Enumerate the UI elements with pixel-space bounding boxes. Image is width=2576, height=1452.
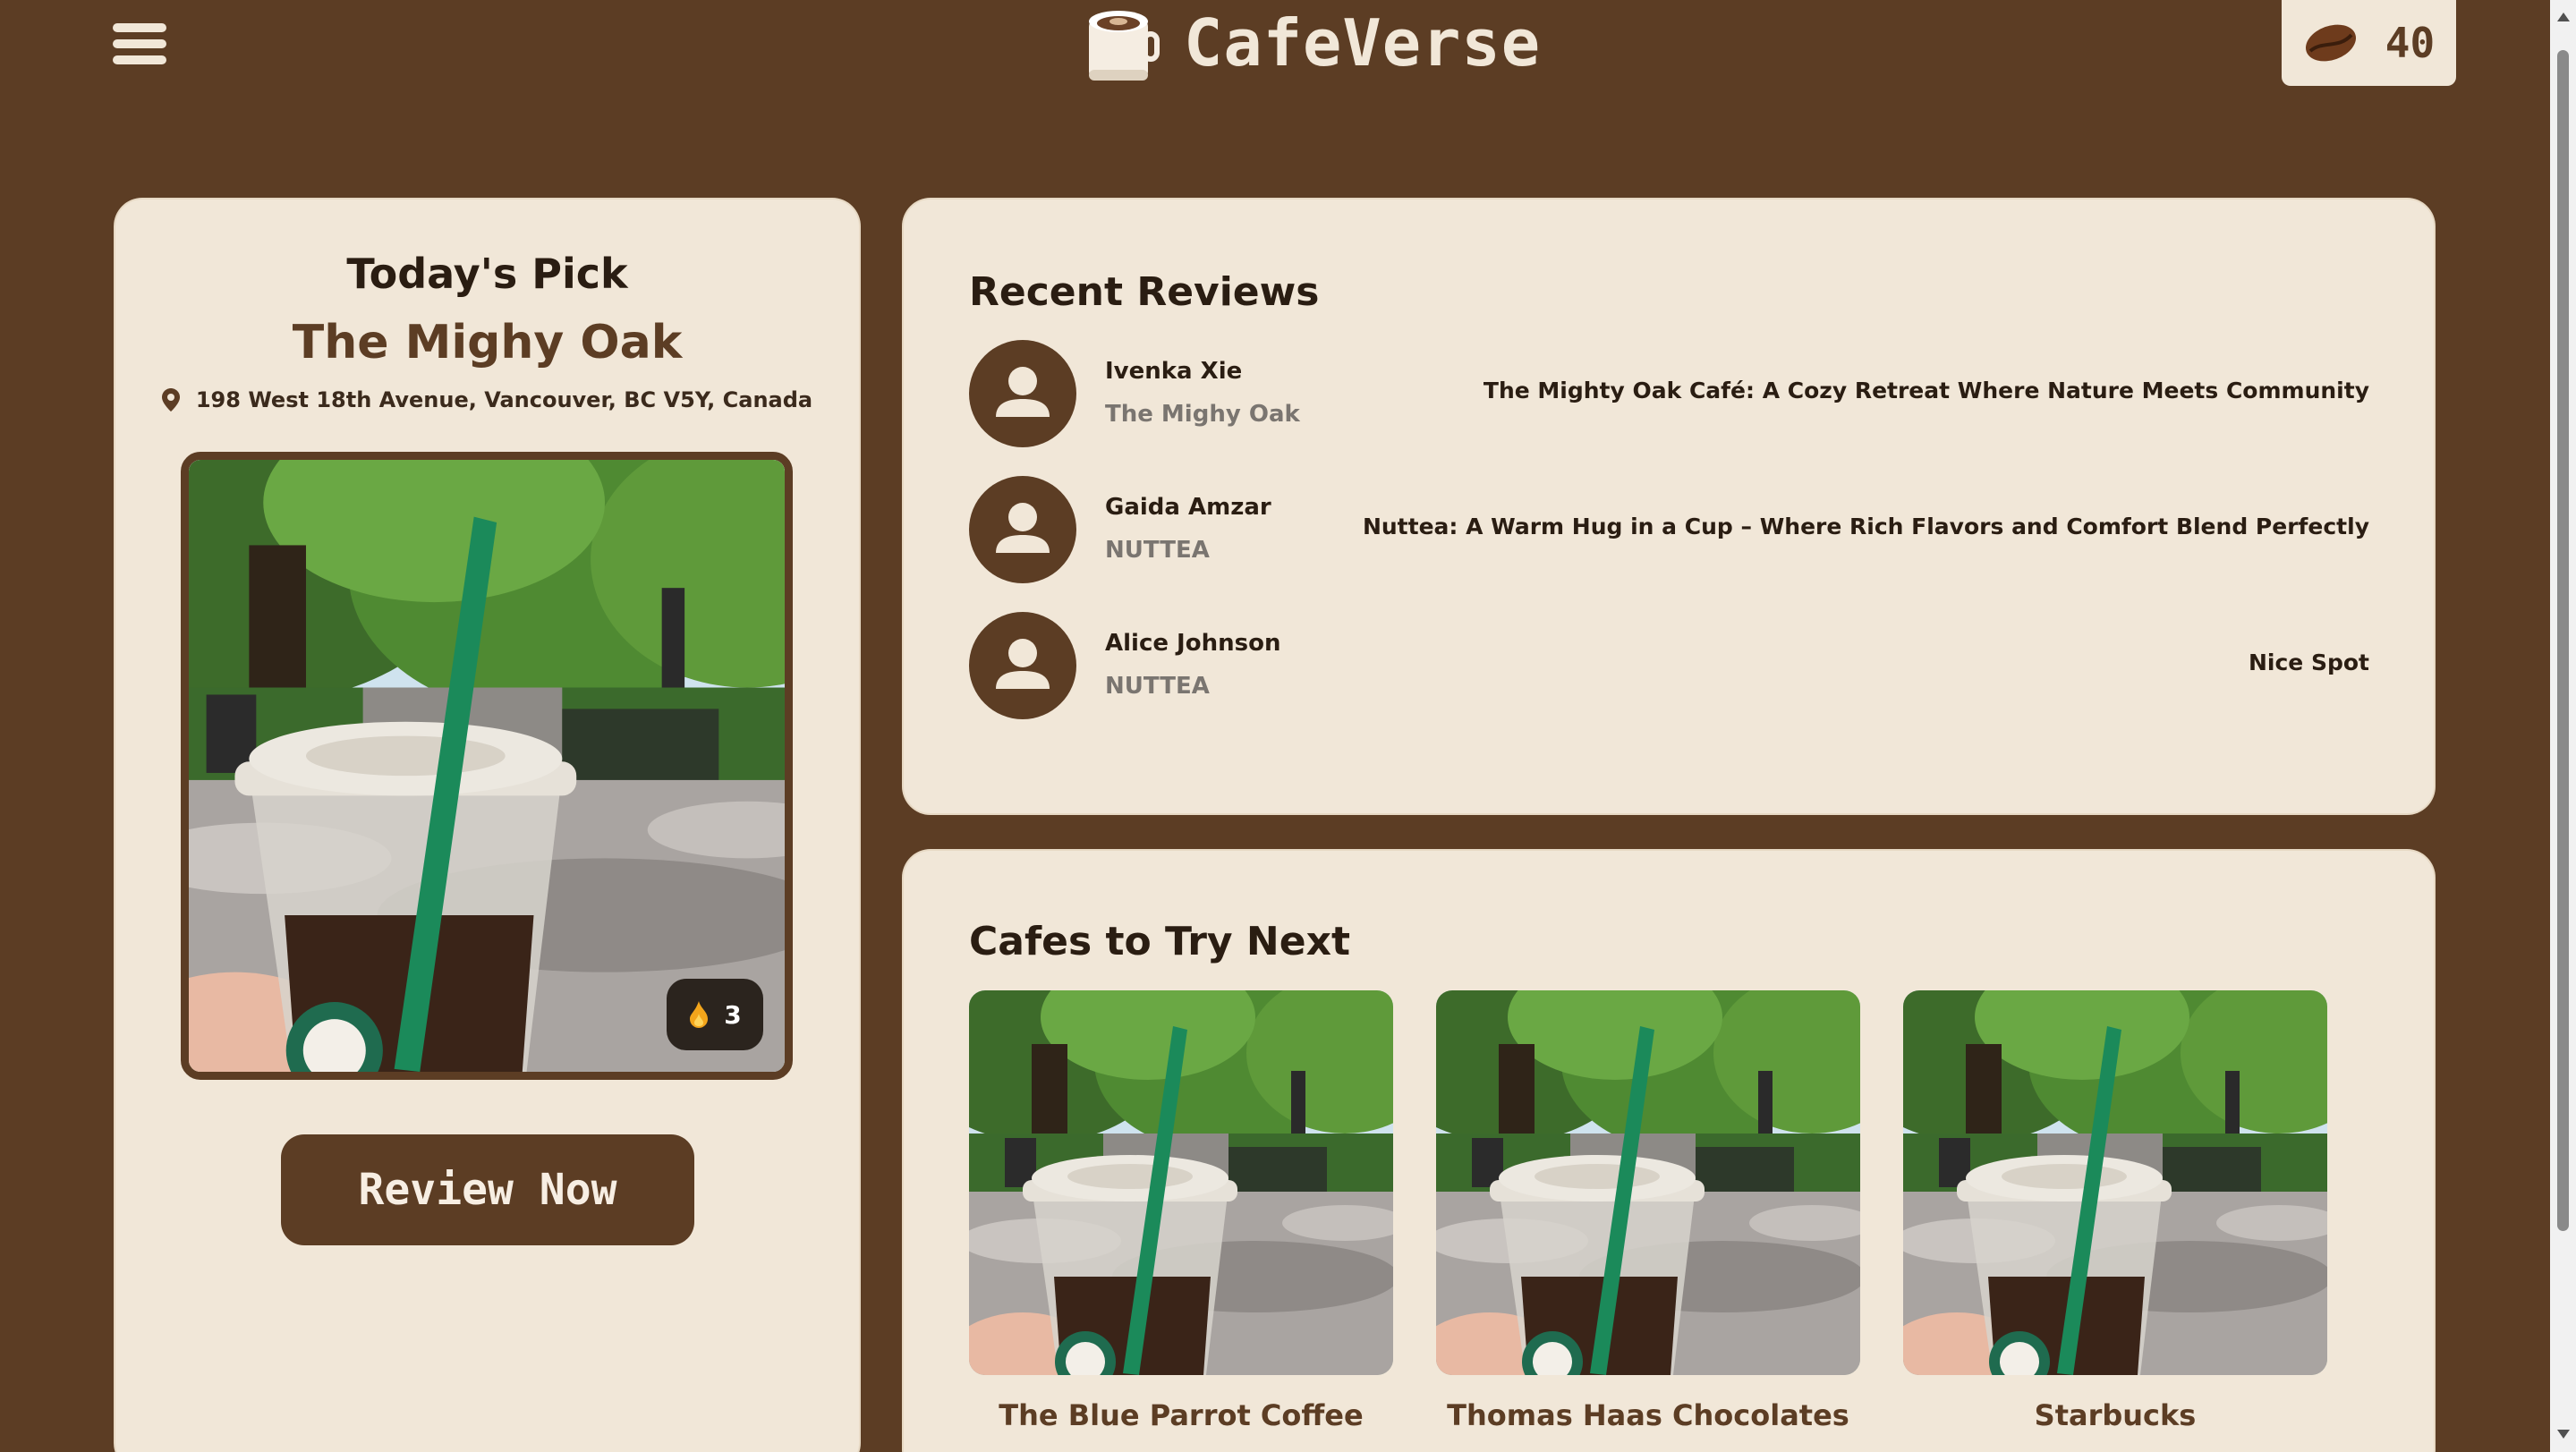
- review-item[interactable]: Gaida Amzar NUTTEA Nuttea: A Warm Hug in…: [969, 476, 2369, 583]
- review-item[interactable]: Alice Johnson NUTTEA Nice Spot: [969, 612, 2369, 719]
- cafe-name: Starbucks: [2034, 1398, 2197, 1432]
- cafes-to-try-next-card: Cafes to Try Next The Blue Parrot Coffee…: [904, 851, 2434, 1452]
- bean-count: 40: [2385, 19, 2436, 67]
- cafe-card[interactable]: Starbucks: [1903, 990, 2327, 1432]
- todays-pick-address: 198 West 18th Avenue, Vancouver, BC V5Y,…: [115, 387, 859, 412]
- reviewed-cafe: The Mighy Oak: [1105, 401, 1300, 428]
- cafe-card[interactable]: The Blue Parrot Coffee: [969, 990, 1393, 1432]
- reviewed-cafe: NUTTEA: [1105, 673, 1210, 700]
- reviewed-cafe: NUTTEA: [1105, 537, 1210, 564]
- cafe-photo: [1436, 990, 1860, 1375]
- recent-reviews-title: Recent Reviews: [969, 269, 1320, 315]
- scroll-thumb[interactable]: [2557, 50, 2569, 1231]
- review-title: Nice Spot: [2249, 650, 2369, 675]
- avatar: [969, 340, 1076, 447]
- cafes-to-try-next-title: Cafes to Try Next: [969, 919, 1351, 964]
- coffee-bean-icon: [2305, 24, 2356, 62]
- recent-reviews-card: Recent Reviews Ivenka Xie The Mighy Oak …: [904, 200, 2434, 813]
- vertical-scrollbar[interactable]: [2550, 0, 2576, 1452]
- review-title: The Mighty Oak Café: A Cozy Retreat Wher…: [1483, 378, 2369, 403]
- app-title: CafeVerse: [1184, 5, 1542, 81]
- location-pin-icon: [161, 388, 180, 412]
- scroll-up-icon[interactable]: [2557, 13, 2570, 21]
- review-item[interactable]: Ivenka Xie The Mighy Oak The Mighty Oak …: [969, 340, 2369, 447]
- coffee-cup-logo-icon: [1089, 11, 1160, 81]
- reviewer-name: Alice Johnson: [1105, 630, 1281, 657]
- likes-badge[interactable]: 3: [667, 979, 763, 1050]
- avatar: [969, 476, 1076, 583]
- cafe-name: The Blue Parrot Coffee: [999, 1398, 1364, 1432]
- reviewer-name: Gaida Amzar: [1105, 494, 1271, 521]
- brand[interactable]: CafeVerse: [1078, 0, 1541, 86]
- cafe-image: [1903, 990, 2327, 1375]
- review-now-button[interactable]: Review Now: [281, 1134, 694, 1245]
- cafe-image: [1436, 990, 1860, 1375]
- reviewer-name: Ivenka Xie: [1105, 358, 1243, 385]
- cafe-photo: [1903, 990, 2327, 1375]
- bean-balance[interactable]: 40: [2282, 0, 2456, 86]
- avatar: [969, 612, 1076, 719]
- flame-icon: [690, 1001, 709, 1028]
- user-icon: [996, 367, 1050, 417]
- cafeverse-home: CafeVerse 40 Today's Pick The Mighy Oak …: [0, 0, 2576, 1452]
- cafe-image: [969, 990, 1393, 1375]
- todays-pick-photo[interactable]: 3: [181, 452, 793, 1080]
- menu-icon[interactable]: [113, 23, 166, 68]
- scroll-down-icon[interactable]: [2557, 1430, 2570, 1439]
- cafe-photo: [969, 990, 1393, 1375]
- likes-count: 3: [724, 999, 742, 1030]
- review-title: Nuttea: A Warm Hug in a Cup – Where Rich…: [1362, 514, 2369, 539]
- todays-pick-cafe-name[interactable]: The Mighy Oak: [115, 316, 859, 369]
- todays-pick-heading: Today's Pick: [346, 250, 628, 298]
- cafe-card[interactable]: Thomas Haas Chocolates: [1436, 990, 1860, 1432]
- address-text: 198 West 18th Avenue, Vancouver, BC V5Y,…: [195, 387, 813, 412]
- todays-pick-card: Today's Pick The Mighy Oak 198 West 18th…: [115, 200, 859, 1452]
- user-icon: [996, 503, 1050, 553]
- user-icon: [996, 639, 1050, 689]
- cafe-name: Thomas Haas Chocolates: [1447, 1398, 1849, 1432]
